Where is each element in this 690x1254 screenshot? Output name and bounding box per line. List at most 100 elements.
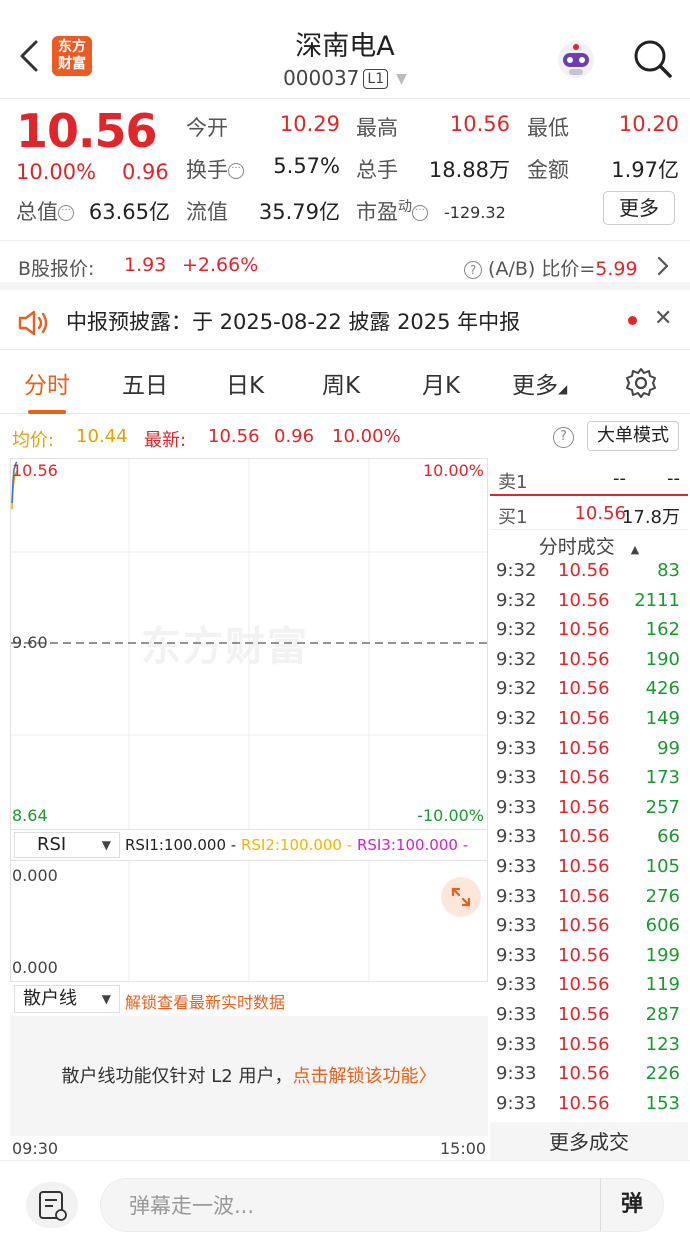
retail-unlock-feature-link[interactable]: 点击解锁该功能〉 (292, 1066, 436, 1087)
retail-unlock-link[interactable]: 解锁查看最新实时数据 (125, 989, 285, 1013)
tick-volume: 149 (645, 708, 680, 729)
amount-label: 金额 (527, 158, 569, 182)
tick-row: 9:32 10.56 149 (490, 708, 688, 738)
info-dots-icon[interactable]: ··· (228, 163, 244, 179)
tick-volume: 83 (657, 560, 680, 581)
caret-down-icon: ▼ (101, 992, 111, 1006)
time-axis-end: 15:00 (440, 1139, 487, 1158)
robot-assistant-icon[interactable] (554, 38, 598, 82)
pe-dynamic-sup: 动 (398, 199, 412, 215)
intraday-chart[interactable]: 东方财富 10.56 9.60 8.64 10.00% -10.00% (10, 458, 488, 830)
caret-down-icon: ▼ (396, 71, 407, 87)
ask-1-price: -- (613, 468, 626, 489)
tick-price: 10.56 (558, 708, 610, 729)
ab-ratio-value: 5.99 (595, 258, 638, 280)
rsi1-value: RSI1:100.000 - (125, 836, 237, 854)
turnover-value: 5.57% (273, 154, 340, 178)
tick-price: 10.56 (558, 856, 610, 877)
tick-price: 10.56 (558, 560, 610, 581)
ask-1-label: 卖1 (498, 472, 528, 493)
open-label: 今开 (186, 116, 228, 140)
volume-label: 总手 (356, 158, 398, 182)
question-circle-icon[interactable]: ? (464, 261, 482, 279)
retail-locked-message: 散户线功能仅针对 L2 用户，点击解锁该功能〉 (10, 1062, 488, 1088)
b-share-row[interactable]: B股报价: 1.93 +2.66% ? (A/B) 比价=5.99 (0, 240, 690, 290)
tick-volume: 173 (645, 767, 680, 789)
tick-time: 9:33 (496, 826, 537, 848)
big-order-mode-button[interactable]: 大单模式 (587, 421, 679, 451)
tick-row: 9:32 10.56 190 (490, 649, 688, 679)
tick-row: 9:33 10.56 199 (490, 945, 688, 975)
danmu-input[interactable]: 弹幕走一波... (100, 1178, 600, 1232)
notice-text: 中报预披露：于 2025-08-22 披露 2025 年中报 (66, 310, 521, 334)
turnover-label-text: 换手 (186, 158, 228, 182)
stock-code: 000037 (283, 66, 360, 90)
notice-bar[interactable]: 中报预披露：于 2025-08-22 披露 2025 年中报 ✕ (0, 298, 690, 350)
tick-volume: 123 (645, 1033, 680, 1055)
tick-time: 9:32 (496, 589, 537, 611)
tick-price: 10.56 (558, 1092, 610, 1114)
tick-time: 9:33 (496, 1004, 537, 1025)
tab-daily-k[interactable]: 日K (226, 366, 264, 400)
tick-row: 9:33 10.56 257 (490, 797, 688, 827)
retail-line-select[interactable]: 散户线 ▼ (14, 985, 120, 1013)
avg-price-label: 均价: (12, 430, 55, 451)
tick-row: 9:33 10.56 153 (490, 1093, 688, 1123)
tick-time: 9:33 (496, 796, 537, 818)
info-dots-icon[interactable]: ··· (412, 205, 428, 221)
more-quote-button[interactable]: 更多 (603, 191, 675, 225)
note-edit-icon[interactable] (26, 1182, 78, 1228)
tick-row: 9:33 10.56 66 (490, 826, 688, 856)
tab-more-label: 更多 (512, 373, 558, 399)
tab-intraday[interactable]: 分时 (24, 366, 70, 414)
turnover-label[interactable]: 换手 ··· (186, 154, 244, 184)
tick-volume: 162 (645, 619, 680, 641)
more-trades-button[interactable]: 更多成交 (490, 1122, 688, 1160)
last-price-label: 最新: (144, 430, 187, 451)
chevron-right-icon[interactable] (656, 255, 670, 277)
low-value: 10.20 (618, 112, 679, 136)
danmu-toggle-button[interactable]: 弹 (600, 1178, 664, 1232)
close-icon[interactable]: ✕ (654, 306, 672, 331)
retail-line-select-value: 散户线 (23, 988, 77, 1009)
chart-tabs: 分时 五日 日K 周K 月K 更多◢ (0, 352, 690, 414)
question-circle-icon[interactable]: ? (553, 427, 574, 448)
y-axis-bottom: 8.64 (12, 806, 48, 825)
gear-icon[interactable] (624, 366, 658, 400)
tick-time: 9:33 (496, 767, 537, 789)
bid-1-volume: 17.8万 (621, 507, 680, 528)
market-cap-label[interactable]: 总值 ··· (16, 196, 74, 226)
tick-price: 10.56 (558, 974, 610, 996)
tick-price: 10.56 (558, 796, 610, 818)
caret-down-icon: ▼ (101, 838, 111, 852)
indicator-select[interactable]: RSI ▼ (14, 832, 120, 858)
high-label: 最高 (356, 116, 398, 140)
tab-monthly-k[interactable]: 月K (422, 366, 460, 400)
rsi-chart[interactable]: 0.000 0.000 (10, 860, 488, 983)
last-price-value: 10.56 (208, 426, 260, 447)
level-badge: L1 (363, 69, 389, 89)
b-share-change: +2.66% (182, 254, 259, 276)
search-icon[interactable] (630, 36, 674, 80)
high-value: 10.56 (449, 112, 510, 136)
tab-weekly-k[interactable]: 周K (322, 366, 360, 400)
y-axis-top: 10.56 (12, 461, 58, 480)
info-dots-icon[interactable]: ··· (58, 205, 74, 221)
expand-arrows-icon[interactable] (441, 877, 481, 917)
tick-row: 9:32 10.56 426 (490, 678, 688, 708)
indicator-select-value: RSI (37, 834, 67, 855)
tick-volume: 276 (645, 885, 680, 907)
tick-volume: 2111 (634, 589, 680, 611)
ticks-header[interactable]: 分时成交 ▲ (490, 532, 688, 559)
change-percent: 10.00% (16, 160, 97, 184)
pe-label[interactable]: 市盈动 ··· (356, 196, 428, 226)
tick-row: 9:33 10.56 173 (490, 767, 688, 797)
market-cap-value: 63.65亿 (88, 200, 170, 224)
b-share-label: B股报价: (18, 258, 95, 280)
ab-ratio: ? (A/B) 比价=5.99 (464, 254, 638, 281)
pct-axis-bottom: -10.00% (417, 806, 484, 825)
time-axis-start: 09:30 (12, 1139, 59, 1158)
tab-five-day[interactable]: 五日 (122, 366, 168, 400)
last-change-value: 0.96 (274, 426, 315, 447)
tab-more[interactable]: 更多◢ (512, 366, 567, 400)
